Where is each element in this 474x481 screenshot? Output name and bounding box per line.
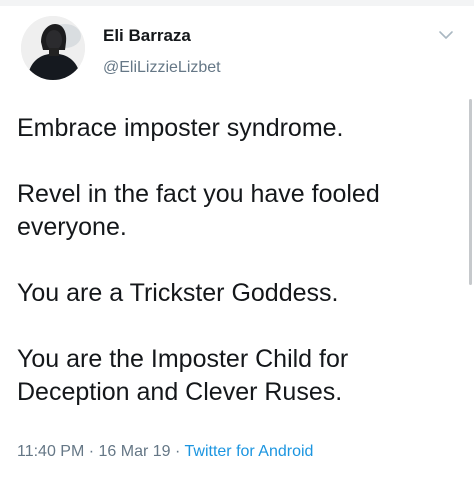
tweet-paragraph: You are a Trickster Goddess. bbox=[17, 279, 339, 307]
tweet-paragraph: Revel in the fact you have fooled everyo… bbox=[17, 180, 380, 241]
tweet-paragraph: You are the Imposter Child for Deception… bbox=[17, 345, 349, 406]
tweet-time[interactable]: 11:40 PM bbox=[17, 443, 84, 460]
top-divider bbox=[0, 0, 474, 6]
tweet-paragraph: Embrace imposter syndrome. bbox=[17, 114, 344, 142]
chevron-down-icon[interactable] bbox=[437, 26, 455, 44]
tweet-date[interactable]: 16 Mar 19 bbox=[99, 443, 171, 460]
tweet-metadata: 11:40 PM · 16 Mar 19 · Twitter for Andro… bbox=[17, 443, 313, 461]
meta-separator: · bbox=[170, 443, 185, 460]
meta-separator: · bbox=[84, 443, 99, 460]
tweet-text: Embrace imposter syndrome. Revel in the … bbox=[17, 112, 462, 409]
scrollbar[interactable] bbox=[469, 99, 472, 285]
author-name[interactable]: Eli Barraza bbox=[103, 26, 191, 46]
tweet-source-link[interactable]: Twitter for Android bbox=[185, 443, 314, 460]
author-handle[interactable]: @EliLizzieLizbet bbox=[103, 59, 221, 77]
avatar[interactable] bbox=[21, 16, 85, 80]
